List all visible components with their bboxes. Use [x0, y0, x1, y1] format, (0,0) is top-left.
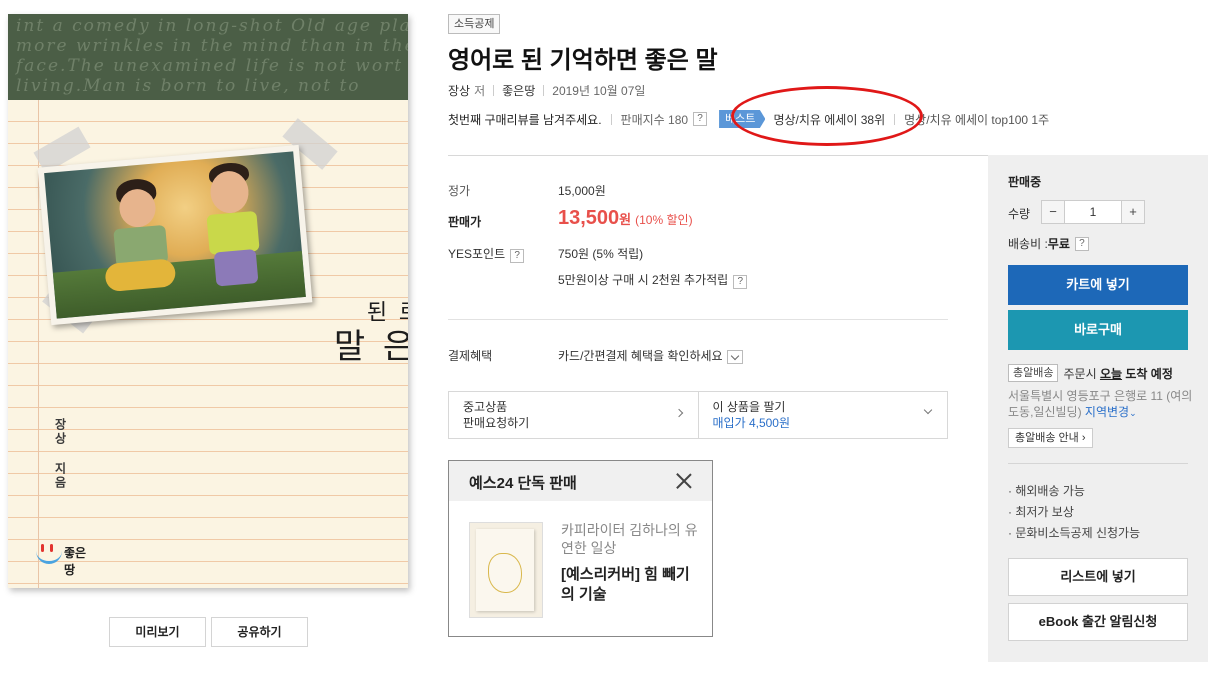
list-price-label: 정가: [448, 184, 471, 198]
book-cover[interactable]: int a comedy in long-shot Old age plant …: [8, 14, 408, 588]
sale-status: 판매중: [1008, 175, 1042, 189]
tax-deduction-badge: 소득공제: [448, 14, 501, 34]
payment-benefit-label: 결제혜택: [448, 349, 493, 363]
preview-button[interactable]: 미리보기: [109, 617, 206, 647]
list-price-value: 15,000원: [558, 184, 606, 198]
exclusive-header: 예스24 단독 판매: [449, 461, 712, 501]
divider: [1008, 463, 1188, 464]
cover-photo: [37, 144, 313, 326]
points-extra-group: 5만원이상 구매 시 2천원 추가적립?: [558, 271, 748, 289]
add-to-list-button[interactable]: 리스트에 넣기: [1008, 558, 1188, 596]
cover-script-line: living.Man is born to live, not to: [16, 76, 361, 96]
publisher-link[interactable]: 좋은땅: [502, 82, 535, 99]
chevron-down-icon[interactable]: [726, 349, 743, 364]
sale-price-row: 판매가 13,500원 (10% 할인): [448, 207, 848, 235]
delivery-estimate: 총알배송 주문시 오늘 도착 예정: [1008, 364, 1173, 382]
author-link[interactable]: 장상: [448, 82, 470, 99]
delivery-post: 도착 예정: [1125, 366, 1173, 381]
used-sell-request[interactable]: 중고상품 판매요청하기: [449, 392, 698, 438]
exclusive-book-subtitle[interactable]: 카피라이터 김하나의 유연한 일상: [561, 521, 701, 557]
annotation-circle: [731, 86, 923, 146]
sale-price-label: 판매가: [448, 215, 482, 229]
used-goods-box: 중고상품 판매요청하기 이 상품을 팔기 매입가 4,500원: [448, 391, 948, 439]
points-value: 750원 (5% 적립): [558, 247, 644, 261]
chevron-right-icon: ›: [1081, 432, 1086, 444]
publisher-logo: 좋은땅: [32, 540, 96, 577]
quantity-input[interactable]: 1: [1064, 201, 1122, 223]
points-label: YES포인트: [448, 247, 506, 261]
payment-benefit-group: 카드/간편결제 혜택을 확인하세요: [558, 347, 743, 364]
shipping-fee: 배송비 : 무료 ?: [1008, 235, 1089, 252]
quantity-label: 수량: [1008, 207, 1031, 221]
service-note: · 문화비소득공제 신청가능: [1008, 526, 1141, 540]
publish-date: 2019년 10월 07일: [552, 84, 646, 98]
publisher-logo-text: 좋은땅: [64, 546, 87, 577]
payment-benefit-value: 카드/간편결제 혜택을 확인하세요: [558, 349, 723, 363]
cover-author: 장상 지음: [53, 418, 67, 490]
points-label-group: YES포인트?: [448, 245, 548, 263]
quantity-stepper: − 1 +: [1041, 200, 1145, 224]
cover-actions: 미리보기 공유하기: [109, 617, 308, 647]
discount-rate: (10% 할인): [635, 213, 693, 227]
express-delivery-guide-button[interactable]: 총알배송 안내 ›: [1008, 428, 1093, 448]
quantity-plus-button[interactable]: +: [1122, 201, 1144, 223]
book-meta: 장상 저 좋은땅 2019년 10월 07일: [448, 82, 645, 99]
points-extra: 5만원이상 구매 시 2천원 추가적립: [558, 273, 729, 287]
help-icon[interactable]: ?: [1074, 236, 1089, 251]
author-suffix: 저: [474, 84, 486, 98]
used-sell-request-title: 중고상품: [463, 400, 508, 414]
cover-title-line2: 기억하면 좋은 말: [326, 328, 408, 364]
top100-link[interactable]: 명상/치유 에세이 top100 1주: [904, 111, 1049, 128]
cover-script-line: more wrinkles in the mind than in the: [16, 36, 408, 56]
delivery-today: 오늘: [1099, 366, 1123, 381]
shipping-fee-label: 배송비 :: [1008, 237, 1048, 251]
sale-price-unit: 원: [619, 212, 632, 227]
exclusive-book-thumbnail[interactable]: [469, 522, 543, 618]
delivery-address: 서울특별시 영등포구 은행로 11 (여의도동,일신빌딩) 지역변경⌄: [1008, 388, 1198, 421]
exclusive-sale-popup: 예스24 단독 판매 카피라이터 김하나의 유연한 일상 [예스리커버] 힘 빼…: [448, 460, 713, 637]
sale-price: 13,500: [558, 207, 620, 229]
region-change-link[interactable]: 지역변경: [1085, 405, 1129, 419]
book-title: 영어로 된 기억하면 좋은 말: [448, 47, 718, 74]
sell-this-item[interactable]: 이 상품을 팔기 매입가 4,500원: [697, 392, 948, 438]
ebook-alert-button[interactable]: eBook 출간 알림신청: [1008, 603, 1188, 641]
cover-script-line: int a comedy in long-shot Old age plant: [16, 16, 408, 36]
share-button[interactable]: 공유하기: [211, 617, 308, 647]
used-sell-request-sub: 판매요청하기: [463, 416, 530, 430]
buyback-price: 매입가 4,500원: [712, 416, 791, 430]
chevron-down-icon: ⌄: [1129, 408, 1137, 418]
cover-script-band: int a comedy in long-shot Old age plant …: [8, 14, 408, 100]
sale-price-group: 13,500원 (10% 할인): [558, 207, 693, 230]
express-delivery-chip: 총알배송: [1008, 364, 1059, 382]
divider: [448, 319, 948, 320]
shipping-fee-value: 무료: [1047, 237, 1070, 251]
sell-this-item-title: 이 상품을 팔기: [712, 400, 786, 414]
help-icon[interactable]: ?: [510, 249, 525, 263]
exclusive-book-title[interactable]: [예스리커버] 힘 빼기의 기술: [561, 565, 701, 605]
help-icon[interactable]: ?: [733, 275, 748, 289]
delivery-pre: 주문시: [1063, 366, 1097, 381]
exclusive-title: 예스24 단독 판매: [469, 475, 577, 492]
purchase-panel: 판매중 수량 − 1 + 배송비 : 무료 ? 카트에 넣기 바로구매 총알배송…: [988, 155, 1208, 662]
buy-now-button[interactable]: 바로구매: [1008, 310, 1188, 350]
quantity-minus-button[interactable]: −: [1042, 201, 1064, 223]
service-note: · 해외배송 가능: [1008, 484, 1085, 498]
add-to-cart-button[interactable]: 카트에 넣기: [1008, 265, 1188, 305]
service-notes: · 해외배송 가능 · 최저가 보상 · 문화비소득공제 신청가능: [1008, 481, 1140, 544]
review-prompt-link[interactable]: 첫번째 구매리뷰를 남겨주세요.: [448, 111, 602, 128]
cover-title-line1: 영어로 된: [362, 300, 408, 324]
help-icon[interactable]: ?: [693, 112, 708, 126]
cover-script-line: face.The unexamined life is not wort: [16, 56, 404, 76]
service-note: · 최저가 보상: [1008, 505, 1074, 519]
sales-index: 판매지수 180: [620, 112, 689, 127]
guide-label: 총알배송 안내: [1015, 432, 1079, 444]
close-icon[interactable]: [676, 473, 692, 489]
